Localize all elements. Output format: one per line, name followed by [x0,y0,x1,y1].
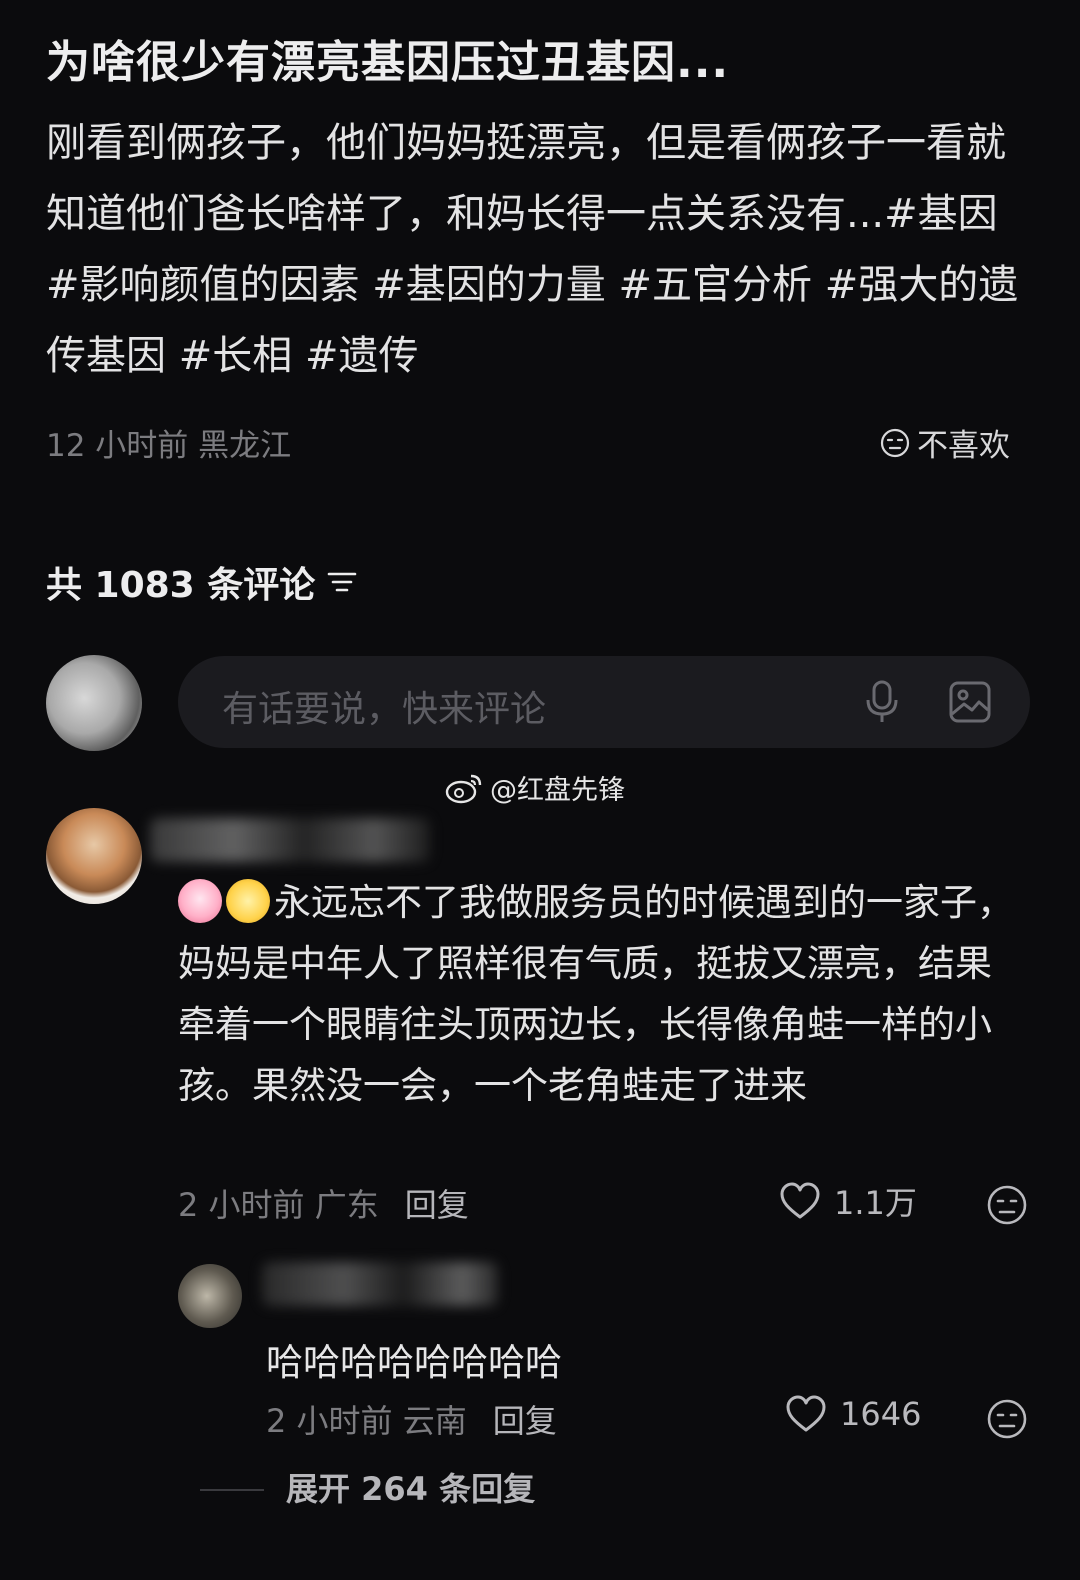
dog-emoji-icon [226,879,270,923]
comment-reply-button[interactable]: 回复 [405,1186,469,1224]
replier-avatar[interactable] [178,1264,242,1328]
heart-icon [780,1182,820,1219]
post-time-location: 12 小时前 黑龙江 [46,428,292,464]
expand-replies-button[interactable]: 展开 264 条回复 [286,1464,535,1510]
comment-like-count: 1.1万 [834,1184,917,1222]
reply-text: 哈哈哈哈哈哈哈哈 [266,1341,562,1384]
crying-laughing-emoji-icon [178,879,222,923]
reply-time-location: 2 小时前 云南 [266,1402,467,1440]
comments-count-label: 共 1083 条评论 [46,565,316,606]
microphone-icon[interactable] [862,678,902,726]
dislike-face-icon[interactable] [986,1398,1028,1440]
comment-like-button[interactable]: 1.1万 [778,1178,917,1224]
comments-count: 共 1083 条评论 [46,556,359,608]
dislike-label: 不喜欢 [917,428,1010,464]
watermark-text: @红盘先锋 [490,775,625,806]
dislike-face-icon[interactable] [986,1184,1028,1226]
reply-reply-button[interactable]: 回复 [493,1402,557,1440]
watermark: @红盘先锋 [444,768,625,807]
comment-time-location: 2 小时前 广东 [178,1186,379,1224]
comment-meta: 2 小时前 广东 回复 [178,1180,469,1226]
comment-text-block: 永远忘不了我做服务员的时候遇到的一家子，妈妈是中年人了照样很有气质，挺拔又漂亮，… [178,872,1018,1116]
reply-like-count: 1646 [840,1395,922,1433]
sort-icon[interactable] [325,567,359,597]
commenter-name-blurred[interactable] [150,818,430,862]
post-description: 刚看到俩孩子，他们妈妈挺漂亮，但是看俩孩子一看就知道他们爸长啥样了，和妈长得一点… [46,120,1019,379]
image-icon[interactable] [948,680,992,724]
heart-icon [786,1395,826,1432]
comment-text: 永远忘不了我做服务员的时候遇到的一家子，妈妈是中年人了照样很有气质，挺拔又漂亮，… [178,881,1014,1107]
commenter-avatar[interactable] [46,808,142,904]
comment-input-placeholder: 有话要说，快来评论 [222,689,547,730]
weibo-icon [445,774,482,803]
reply-like-button[interactable]: 1646 [784,1394,921,1434]
my-avatar[interactable] [46,655,142,751]
neutral-face-icon [880,428,910,457]
dislike-button[interactable]: 不喜欢 [879,420,1010,465]
post-title: 为啥很少有漂亮基因压过丑基因... [46,37,730,88]
replier-name-blurred[interactable] [262,1262,498,1306]
reply-meta: 2 小时前 云南 回复 [266,1396,557,1442]
expand-divider [200,1489,264,1491]
